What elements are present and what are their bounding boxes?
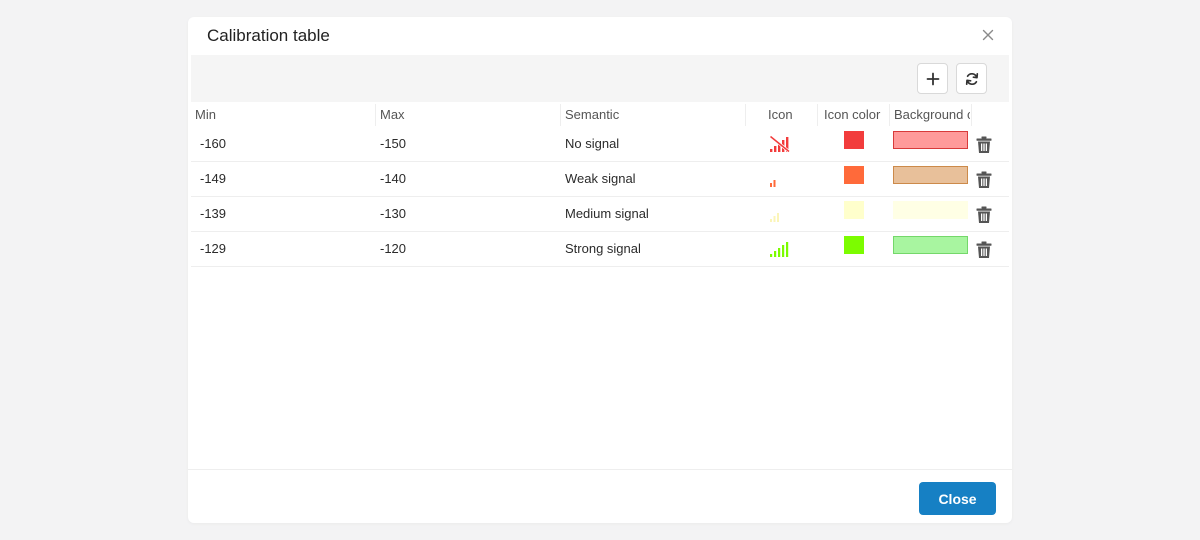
max-cell[interactable]: -150 — [380, 127, 406, 161]
icon-color-swatch[interactable] — [844, 236, 864, 254]
no-signal-icon[interactable] — [769, 135, 791, 153]
column-header-icon-color[interactable]: Icon color — [824, 102, 889, 127]
semantic-cell[interactable]: No signal — [565, 127, 619, 161]
background-color-swatch[interactable] — [893, 166, 968, 184]
table-row[interactable]: -149 -140 Weak signal — [191, 162, 1009, 197]
semantic-cell[interactable]: Strong signal — [565, 232, 641, 266]
footer-divider — [188, 469, 1012, 470]
column-divider — [971, 104, 972, 126]
column-header-background-color[interactable]: Background c — [894, 102, 970, 127]
refresh-icon — [965, 72, 979, 86]
semantic-cell[interactable]: Medium signal — [565, 197, 649, 231]
column-header-max[interactable]: Max — [380, 102, 560, 127]
table-row[interactable]: -129 -120 Strong signal — [191, 232, 1009, 267]
column-divider — [745, 104, 746, 126]
table-toolbar — [191, 55, 1009, 102]
medium-signal-icon[interactable] — [769, 205, 791, 223]
column-header-min[interactable]: Min — [195, 102, 375, 127]
max-cell[interactable]: -140 — [380, 162, 406, 196]
table-row[interactable]: -160 -150 No signal — [191, 127, 1009, 162]
strong-signal-icon[interactable] — [769, 240, 791, 258]
min-cell[interactable]: -129 — [200, 232, 226, 266]
icon-color-swatch[interactable] — [844, 201, 864, 219]
close-icon[interactable] — [980, 27, 996, 43]
weak-signal-icon[interactable] — [769, 170, 791, 188]
semantic-cell[interactable]: Weak signal — [565, 162, 636, 196]
min-cell[interactable]: -149 — [200, 162, 226, 196]
column-header-semantic[interactable]: Semantic — [565, 102, 745, 127]
column-header-icon[interactable]: Icon — [768, 102, 818, 127]
add-row-button[interactable] — [917, 63, 948, 94]
table-row[interactable]: -139 -130 Medium signal — [191, 197, 1009, 232]
background-color-swatch[interactable] — [893, 236, 968, 254]
column-divider — [889, 104, 890, 126]
table-body: -160 -150 No signal -149 -140 Weak signa… — [191, 127, 1009, 267]
plus-icon — [926, 72, 940, 86]
background-color-swatch[interactable] — [893, 131, 968, 149]
max-cell[interactable]: -120 — [380, 232, 406, 266]
delete-icon[interactable] — [976, 238, 992, 272]
min-cell[interactable]: -139 — [200, 197, 226, 231]
icon-color-swatch[interactable] — [844, 166, 864, 184]
refresh-button[interactable] — [956, 63, 987, 94]
min-cell[interactable]: -160 — [200, 127, 226, 161]
column-divider — [817, 104, 818, 126]
calibration-dialog: Calibration table Min Max Semantic Icon … — [188, 17, 1012, 523]
background-color-swatch[interactable] — [893, 201, 968, 219]
dialog-title: Calibration table — [207, 26, 330, 45]
close-button[interactable]: Close — [919, 482, 996, 515]
column-divider — [560, 104, 561, 126]
icon-color-swatch[interactable] — [844, 131, 864, 149]
max-cell[interactable]: -130 — [380, 197, 406, 231]
column-divider — [375, 104, 376, 126]
table-header: Min Max Semantic Icon Icon color Backgro… — [191, 102, 1009, 127]
